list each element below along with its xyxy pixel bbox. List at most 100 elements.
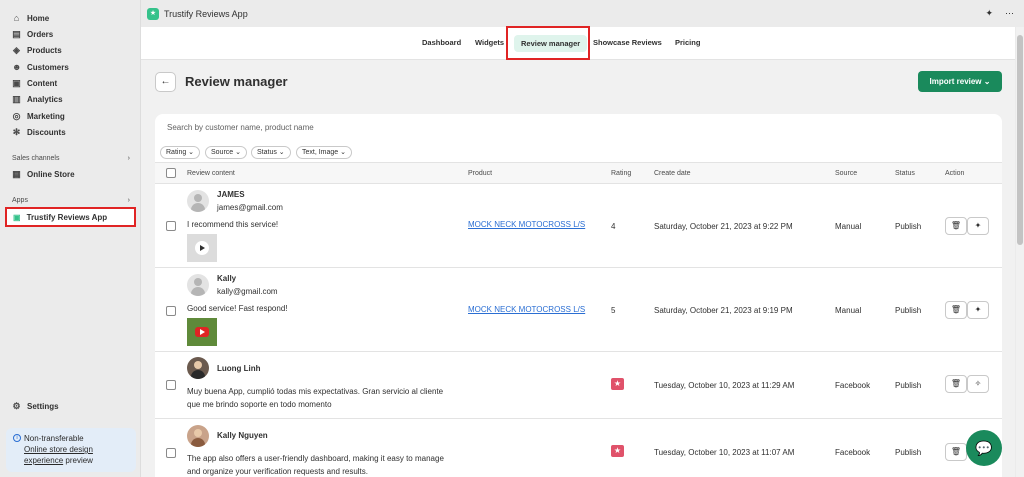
tab-widgets[interactable]: Widgets [475,38,504,47]
facebook-rating-icon: ★ [611,378,624,390]
chat-button[interactable]: 💬 [966,430,1002,466]
rating-value: 5 [611,306,616,315]
sidebar-item-analytics[interactable]: ▥ Analytics [12,92,62,106]
col-rating: Rating [611,170,632,177]
sidebar-item-customers[interactable]: ☻ Customers [12,60,69,74]
create-date: Tuesday, October 10, 2023 at 11:29 AM [654,381,795,390]
pin-review-button[interactable]: ✦ [967,301,989,319]
review-text: Muy buena App, cumplió todas mis expecta… [187,387,444,409]
col-action: Action [945,170,965,177]
page-title: Review manager [185,74,288,89]
orders-icon: ▤ [12,28,21,39]
source-value: Facebook [835,381,871,390]
pin-review-button[interactable]: ✧ [967,375,989,393]
col-source: Source [835,170,858,177]
reviews-card: Search by customer name, product name Ra… [155,114,1002,477]
filter-type[interactable]: Text, Image ⌄ [296,146,352,159]
sidebar-item-trustify-app[interactable]: ▣ Trustify Reviews App [5,207,136,227]
more-options-icon[interactable]: ⋯ [1005,8,1014,19]
pin-icon: ✦ [974,305,982,314]
select-all-checkbox[interactable] [166,168,176,178]
store-icon: ▦ [12,168,21,179]
search-input[interactable]: Search by customer name, product name [167,123,314,132]
play-icon [195,241,209,255]
review-text: I recommend this service! [187,220,279,229]
review-video[interactable] [187,234,217,262]
reviewer-name: Kally [217,274,237,283]
apps-header[interactable]: Apps › [12,197,130,204]
status-value: Publish [895,448,922,457]
source-value: Facebook [835,448,871,457]
col-create-date: Create date [654,170,691,177]
sidebar-item-online-store[interactable]: ▦ Online Store [12,167,74,181]
reviewer-name: Luong Linh [217,364,261,373]
create-date: Saturday, October 21, 2023 at 9:22 PM [654,222,793,231]
marketing-icon: ◎ [12,110,21,121]
avatar [187,274,209,296]
notice-suffix: preview [65,456,93,465]
delete-button[interactable]: 🗑 [945,301,967,319]
reviewer-name: JAMES [217,190,245,199]
delete-button[interactable]: 🗑 [945,443,967,461]
filter-rating[interactable]: Rating ⌄ [160,146,201,159]
sidebar-item-label: Trustify Reviews App [26,212,108,222]
youtube-icon [195,327,209,337]
sidebar-item-label: Customers [27,62,69,72]
app-icon: ▣ [13,212,21,222]
filter-status[interactable]: Status ⌄ [251,146,291,159]
delete-button[interactable]: 🗑 [945,375,967,393]
analytics-icon: ▥ [12,93,21,104]
tab-dashboard[interactable]: Dashboard [422,38,461,47]
col-review-content: Review content [187,170,235,177]
table-header: Review content Product Rating Create dat… [155,162,1002,184]
apps-label: Apps [12,197,28,204]
sidebar-item-home[interactable]: ⌂ Home [12,11,49,25]
sidebar-item-label: Content [27,78,58,88]
import-review-button[interactable]: Import review ⌄ [918,71,1002,92]
row-checkbox[interactable] [166,380,176,390]
sidebar-item-label: Marketing [27,111,65,121]
home-icon: ⌂ [13,12,20,23]
chat-bubble-icon: 💬 [975,440,993,456]
row-checkbox[interactable] [166,448,176,458]
chevron-right-icon: › [127,197,130,204]
sidebar-item-products[interactable]: ◈ Products [12,43,62,57]
sidebar-item-label: Orders [27,29,54,39]
reviewer-email: james@gmail.com [217,203,283,212]
row-checkbox[interactable] [166,306,176,316]
sidebar-item-settings[interactable]: ⚙ Settings [12,399,58,413]
sales-channels-label: Sales channels [12,155,60,162]
trash-icon: 🗑 [950,305,962,314]
source-value: Manual [835,222,862,231]
pin-review-button[interactable]: ✦ [967,217,989,235]
back-button[interactable]: ← [155,72,176,92]
delete-button[interactable]: 🗑 [945,217,967,235]
row-checkbox[interactable] [166,221,176,231]
sidebar-item-discounts[interactable]: ✻ Discounts [12,125,66,139]
reviewer-name: Kally Nguyen [217,431,268,440]
scrollbar-thumb[interactable] [1017,35,1023,245]
sidebar-item-content[interactable]: ▣ Content [12,76,57,90]
discounts-icon: ✻ [12,126,21,137]
trash-icon: 🗑 [950,221,962,230]
main-content: Dashboard Widgets Review manager Showcas… [141,26,1015,477]
sidebar-item-orders[interactable]: ▤ Orders [12,27,53,41]
avatar [187,425,209,447]
sales-channels-header[interactable]: Sales channels › [12,155,130,162]
pin-outline-icon: ✧ [974,379,982,388]
avatar [187,357,209,379]
sidebar-item-marketing[interactable]: ◎ Marketing [12,109,65,123]
review-video-thumbnail[interactable] [187,318,217,346]
app-logo-icon: ★ [147,7,159,20]
app-topbar: ★ Trustify Reviews App ✦ ⋯ [141,0,1024,27]
pin-icon[interactable]: ✦ [985,8,993,19]
tab-showcase-reviews[interactable]: Showcase Reviews [593,38,662,47]
reviewer-email: kally@gmail.com [217,287,278,296]
page-scrollbar[interactable] [1016,27,1024,477]
table-row: Kally kally@gmail.com Good service! Fast… [155,268,1002,352]
filter-source[interactable]: Source ⌄ [205,146,247,159]
product-link[interactable]: MOCK NECK MOTOCROSS L/S [468,220,586,229]
product-link[interactable]: MOCK NECK MOTOCROSS L/S [468,305,586,314]
tab-pricing[interactable]: Pricing [675,38,700,47]
notice-title: Non-transferable [24,434,84,443]
